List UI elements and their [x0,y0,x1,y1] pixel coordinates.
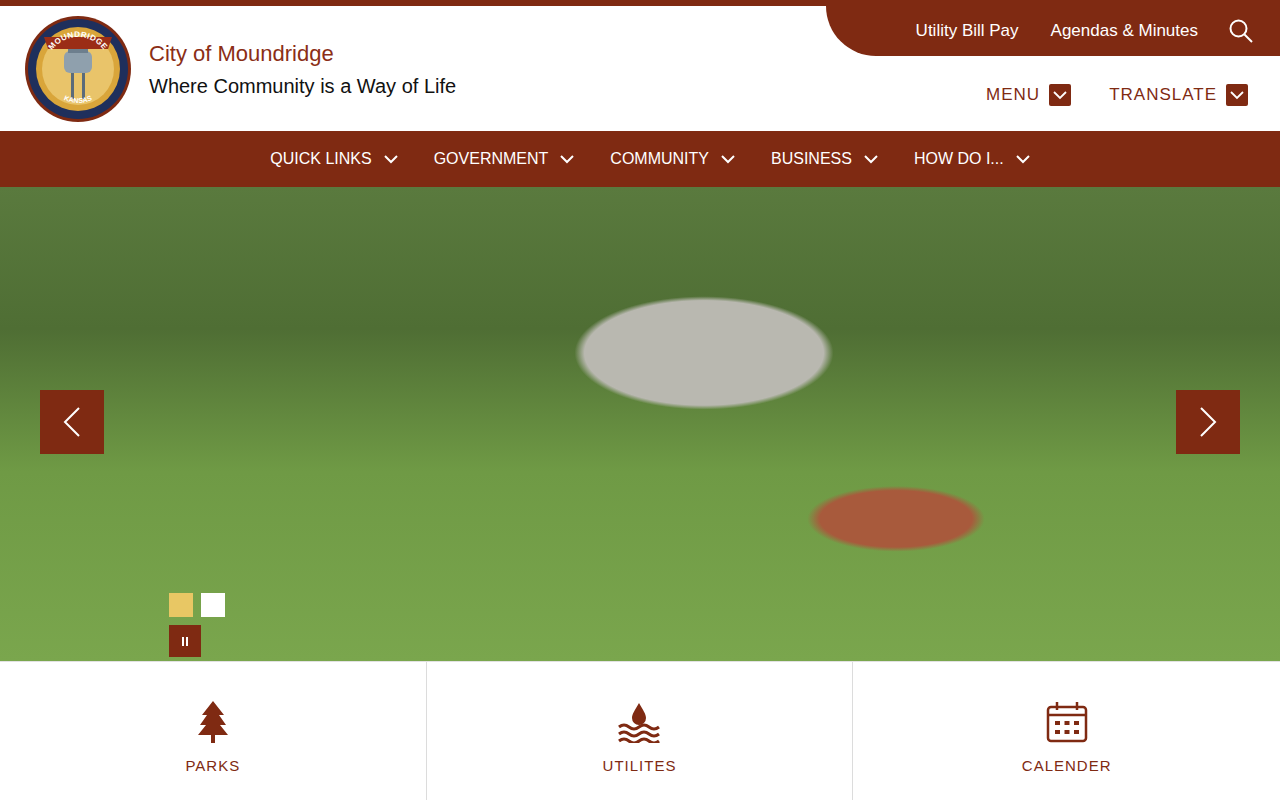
nav-item[interactable]: QUICK LINKS [270,150,397,168]
header-right: Utility Bill Pay Agendas & Minutes MENU TRA… [826,6,1280,131]
nav-item[interactable]: GOVERNMENT [434,150,575,168]
slide-dot[interactable] [169,593,193,617]
chevron-left-icon [63,406,81,438]
brand[interactable]: MOUNDRIDGE KANSAS City of Moundridge Where … [0,6,456,131]
pause-button[interactable] [169,625,201,657]
slide-dots [169,593,225,617]
next-slide-button[interactable] [1176,390,1240,454]
nav-item[interactable]: BUSINESS [771,150,878,168]
previous-slide-button[interactable] [40,390,104,454]
quick-tile[interactable]: CALENDER [853,662,1280,800]
slide-controls [169,593,225,657]
search-icon[interactable] [1228,18,1254,44]
chevron-down-icon [384,155,398,164]
site-title[interactable]: City of Moundridge [149,41,456,67]
quick-tiles: PARKS UTILITES CALENDER [0,661,1280,800]
brand-text: City of Moundridge Where Community is a W… [149,39,456,98]
chevron-down-icon [1226,84,1248,106]
pause-icon [182,637,188,646]
header-menu-button[interactable]: TRANSLATE [1109,84,1248,106]
hero-photo [0,187,1280,661]
utility-link[interactable]: Agendas & Minutes [1051,21,1198,41]
water-icon [618,701,660,743]
calendar-icon [1046,701,1088,743]
nav-item[interactable]: HOW DO I... [914,150,1030,168]
tile-label: CALENDER [1022,757,1112,774]
tile-label: UTILITES [603,757,677,774]
hero-slideshow [0,187,1280,661]
svg-text:MOUNDRIDGE: MOUNDRIDGE [47,29,110,51]
svg-text:KANSAS: KANSAS [63,94,93,104]
chevron-right-icon [1199,406,1217,438]
utility-bar: Utility Bill Pay Agendas & Minutes [826,6,1280,56]
tree-icon [193,701,233,743]
chevron-down-icon [560,155,574,164]
city-seal-icon[interactable]: MOUNDRIDGE KANSAS [24,15,132,123]
chevron-down-icon [864,155,878,164]
page: MOUNDRIDGE KANSAS City of Moundridge Where … [0,0,1280,800]
header-menus: MENU TRANSLATE [986,56,1280,106]
header: MOUNDRIDGE KANSAS City of Moundridge Where … [0,6,1280,131]
quick-tile[interactable]: PARKS [0,662,427,800]
utility-link[interactable]: Utility Bill Pay [916,21,1019,41]
chevron-down-icon [1016,155,1030,164]
slide-dot[interactable] [201,593,225,617]
tile-label: PARKS [185,757,240,774]
quick-tile[interactable]: UTILITES [427,662,854,800]
tagline: Where Community is a Way of Life [149,75,456,98]
chevron-down-icon [1049,84,1071,106]
chevron-down-icon [721,155,735,164]
main-nav: QUICK LINKS GOVERNMENT COMMUNITY BUSINESS HO… [0,131,1280,187]
header-menu-button[interactable]: MENU [986,84,1071,106]
nav-item[interactable]: COMMUNITY [610,150,735,168]
